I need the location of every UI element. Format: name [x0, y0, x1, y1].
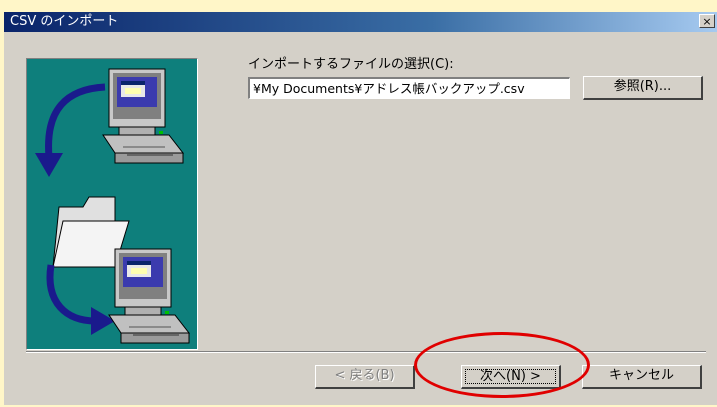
wizard-illustration	[26, 58, 198, 350]
file-select-label: インポートするファイルの選択(C):	[248, 57, 454, 72]
computer-icon	[102, 68, 185, 164]
cancel-button[interactable]: キャンセル	[582, 365, 702, 389]
curved-arrow-icon	[46, 264, 115, 335]
footer-separator	[26, 351, 706, 353]
file-path-input[interactable]: ¥My Documents¥アドレス帳バックアップ.csv	[248, 77, 570, 99]
computer-icon	[108, 248, 191, 344]
next-button-label: 次へ(N) >	[465, 369, 556, 384]
wizard-illustration-art	[35, 68, 191, 344]
window-title: CSV のインポート	[10, 14, 119, 29]
curved-arrow-icon	[35, 83, 106, 177]
close-icon: ×	[702, 15, 712, 28]
import-dialog: CSV のインポート × インポートするファイルの選択(C): ¥My Docu…	[4, 12, 717, 405]
close-button[interactable]: ×	[699, 14, 715, 28]
browse-button[interactable]: 参照(R)...	[583, 76, 703, 100]
title-bar: CSV のインポート ×	[4, 12, 717, 32]
next-button[interactable]: 次へ(N) >	[461, 365, 561, 389]
back-button[interactable]: < 戻る(B)	[315, 365, 415, 389]
